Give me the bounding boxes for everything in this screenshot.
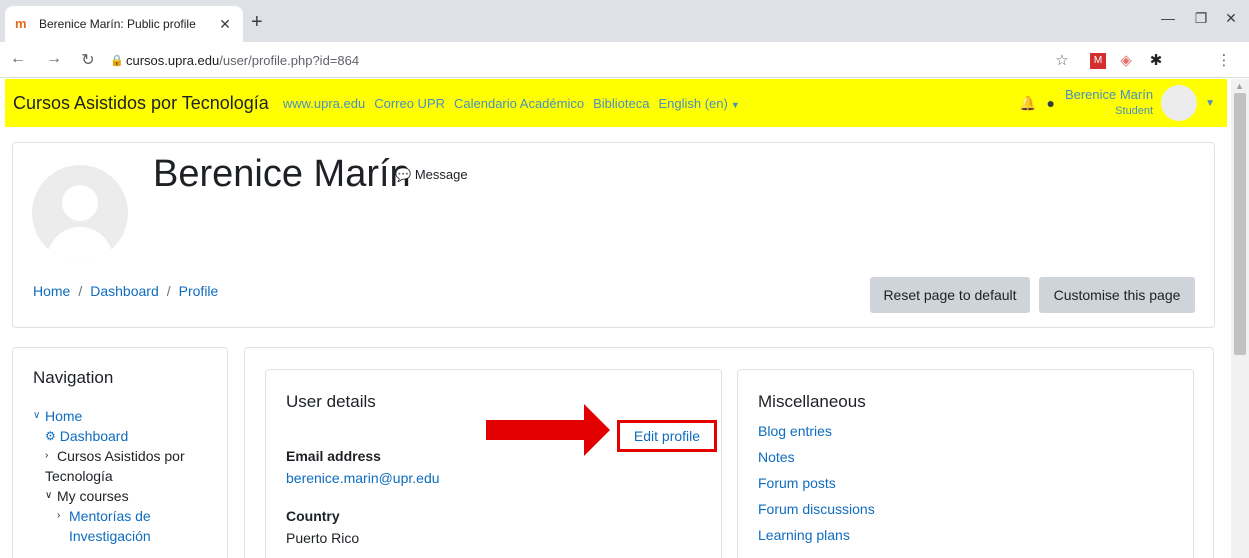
bell-icon[interactable]: 🔔 [1019,95,1036,112]
nav-item-course-cont: Investigación [33,526,185,546]
profile-avatar [32,165,128,261]
language-label: English (en) [658,95,728,111]
nav-item-dashboard[interactable]: ⚙ Dashboard [33,426,185,446]
user-area: 🔔 ● Berenice Marín Student ▼ [1019,79,1215,127]
nav-site-label-2: Tecnología [45,468,113,484]
country-label: Country [286,508,340,524]
avatar[interactable] [1161,85,1198,121]
bookmark-star-icon[interactable]: ☆ [1052,51,1072,69]
email-value[interactable]: berenice.marin@upr.edu [286,470,440,486]
scroll-thumb[interactable] [1234,93,1246,355]
nav-site-label-1: Cursos Asistidos por [57,448,185,464]
chevron-down-icon: ∨ [33,410,41,421]
nav-link-upra[interactable]: www.upra.edu [283,96,365,111]
chevron-right-icon: › [45,450,49,461]
nav-link-correo[interactable]: Correo UPR [374,96,445,111]
page-title: Berenice Marín [153,153,411,195]
back-icon[interactable]: ← [8,50,28,68]
restore-icon[interactable]: ❐ [1191,10,1211,27]
nav-item-site[interactable]: › Cursos Asistidos por [33,446,185,466]
tab-close-icon[interactable]: ✕ [217,16,233,33]
nav-dashboard-label: Dashboard [59,428,129,444]
chat-bubble-icon: 💬 [395,167,412,182]
breadcrumb-separator: / [166,283,171,299]
main-region: User details Edit profile Email address … [244,347,1214,558]
breadcrumb-separator: / [78,283,83,299]
browser-tab[interactable]: m Berenice Marín: Public profile ✕ [5,6,243,42]
misc-notes[interactable]: Notes [758,449,795,465]
language-menu[interactable]: English (en) ▼ [658,96,739,111]
user-details-card: User details Edit profile Email address … [265,369,722,558]
forward-icon[interactable]: → [44,50,64,68]
nav-item-site-cont: Tecnología [33,466,185,486]
extension-arrow-icon[interactable]: ◈ [1116,51,1136,69]
nav-my-courses-label: My courses [57,488,129,504]
misc-blog-entries[interactable]: Blog entries [758,423,832,439]
lock-icon: 🔒 [110,54,124,67]
reset-page-button[interactable]: Reset page to default [870,277,1030,313]
address-bar: ← → ↻ 🔒 cursos.upra.edu/user/profile.php… [0,42,1249,78]
breadcrumb-profile[interactable]: Profile [179,283,219,299]
user-role: Student [1115,105,1154,117]
message-label: Message [414,167,468,182]
url-host: cursos.upra.edu [126,52,220,68]
extension-red-icon[interactable]: M [1090,53,1106,69]
url-path: /user/profile.php?id=864 [219,52,360,68]
browser-tab-bar: m Berenice Marín: Public profile ✕ + — ❐… [0,0,1249,42]
tab-title: Berenice Marín: Public profile [39,17,196,31]
avatar-body [47,227,113,261]
email-label: Email address [286,448,381,464]
avatar-head [62,185,98,221]
misc-forum-discussions[interactable]: Forum discussions [758,501,875,517]
reload-icon[interactable]: ↻ [78,50,98,70]
customise-page-button[interactable]: Customise this page [1039,277,1195,313]
nav-course-label-1: Mentorías de [69,508,151,524]
page-header: Berenice Marín 💬 Message Home / Dashboar… [12,142,1215,328]
nav-link-biblioteca[interactable]: Biblioteca [593,96,649,111]
miscellaneous-card: Miscellaneous Blog entries Notes Forum p… [737,369,1194,558]
scroll-up-icon[interactable]: ▲ [1235,81,1244,91]
misc-learning-plans[interactable]: Learning plans [758,527,850,543]
window-close-icon[interactable]: ✕ [1221,10,1241,27]
user-name: Berenice Marín [1064,87,1154,102]
chat-icon[interactable]: ● [1046,95,1054,111]
chevron-down-icon: ∨ [45,490,53,501]
url-field[interactable]: 🔒 cursos.upra.edu/user/profile.php?id=86… [110,46,1090,74]
dashboard-icon: ⚙ [45,429,56,443]
miscellaneous-title: Miscellaneous [758,392,866,411]
navigation-tree: ∨ Home ⚙ Dashboard › Cursos Asistidos po… [33,406,185,546]
nav-item-course[interactable]: › Mentorías de [33,506,185,526]
site-brand[interactable]: Cursos Asistidos por Tecnología [13,93,269,114]
nav-link-calendario[interactable]: Calendario Académico [454,96,584,111]
misc-forum-posts[interactable]: Forum posts [758,475,836,491]
nav-item-home[interactable]: ∨ Home [33,406,185,426]
minimize-icon[interactable]: — [1158,10,1178,26]
extensions-puzzle-icon[interactable]: ✱ [1146,51,1166,69]
navigation-title: Navigation [33,368,114,387]
breadcrumb-home[interactable]: Home [33,283,70,299]
chevron-right-icon: › [57,510,61,521]
red-arrow-icon [486,404,610,456]
nav-home-label: Home [45,408,83,424]
moodle-favicon-icon: m [15,16,27,31]
caret-down-icon: ▼ [730,99,740,110]
user-menu[interactable]: Berenice Marín Student [1065,87,1153,119]
message-link[interactable]: 💬 Message [395,167,468,183]
nav-course-label-2: Investigación [69,528,151,544]
edit-profile-link[interactable]: Edit profile [617,420,717,452]
breadcrumb: Home / Dashboard / Profile [33,283,218,299]
country-value: Puerto Rico [286,530,360,546]
page-scrollbar[interactable]: ▲ [1231,79,1249,558]
user-details-title: User details [286,392,376,411]
navigation-block: Navigation ∨ Home ⚙ Dashboard › Cursos A… [12,347,228,558]
nav-item-my-courses[interactable]: ∨ My courses [33,486,185,506]
browser-menu-icon[interactable]: ⋮ [1214,51,1234,69]
site-navbar: Cursos Asistidos por Tecnología www.upra… [5,79,1227,127]
new-tab-icon[interactable]: + [251,12,263,32]
caret-down-icon[interactable]: ▼ [1205,98,1215,109]
breadcrumb-dashboard[interactable]: Dashboard [90,283,159,299]
